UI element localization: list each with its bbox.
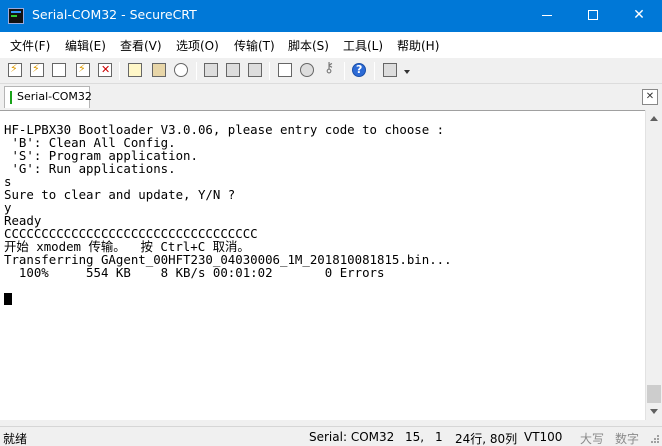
maximize-button[interactable] [570,0,616,32]
resize-grip-icon[interactable] [650,434,660,444]
scroll-up-arrow-icon[interactable] [646,110,662,127]
connect-button[interactable] [6,61,24,79]
window-title: Serial-COM32 - SecureCRT [32,7,197,22]
menu-bar: 文件(F) 编辑(E) 查看(V) 选项(O) 传输(T) 脚本(S) 工具(L… [0,32,662,58]
title-bar: Serial-COM32 - SecureCRT ✕ [0,0,662,32]
terminal-cursor [4,293,12,305]
status-size: 24行, 80列 [455,432,518,446]
close-button[interactable]: ✕ [616,0,662,32]
quick-connect-icon [30,62,44,77]
session-options-button[interactable] [276,61,294,79]
print-icon [204,63,218,77]
tab-connected-indicator [10,91,12,104]
find-icon [174,63,188,77]
quick-connect-button[interactable] [28,61,46,79]
copy-button[interactable] [126,61,144,79]
print-selection-icon [226,63,240,77]
reconnect-icon [76,62,90,77]
status-ready: 就绪 [3,432,28,446]
close-icon: ✕ [633,7,645,23]
print-selection-button[interactable] [224,61,242,79]
keymap-icon [322,60,336,77]
printer-setup-button[interactable] [246,61,264,79]
minimize-icon [542,14,552,16]
connect-icon [8,62,22,77]
status-num: 数字 [615,432,640,446]
menu-tools[interactable]: 工具(L) [343,37,383,54]
connect-tab-icon [52,63,66,77]
menu-options[interactable]: 选项(O) [176,37,219,54]
terminal-line: Sure to clear and update, Y/N ? [4,187,236,202]
menu-edit[interactable]: 编辑(E) [65,37,106,54]
toolbar-separator [344,62,345,80]
session-options-icon [278,63,292,77]
securecrt-app-icon[interactable] [8,8,24,24]
find-button[interactable] [172,61,190,79]
toolbar-separator [374,62,375,80]
menu-view[interactable]: 查看(V) [120,37,162,54]
toolbar-separator [269,62,270,80]
toolbar-separator [196,62,197,80]
minimize-button[interactable] [524,0,570,32]
connect-tab-button[interactable] [50,61,68,79]
toolbar-separator [119,62,120,80]
disconnect-icon [98,63,112,77]
terminal-line: 100% 554 KB 8 KB/s 00:01:02 0 Errors [4,265,385,280]
status-bar: 就绪 Serial: COM32 15, 1 24行, 80列 VT100 大写… [0,426,662,446]
global-options-icon [300,63,314,77]
close-tab-button[interactable] [642,89,658,105]
sftp-icon [383,63,397,77]
toolbar [0,58,662,84]
help-icon [352,63,366,77]
status-row: 15, [405,430,425,444]
print-button[interactable] [202,61,220,79]
menu-file[interactable]: 文件(F) [10,37,50,54]
paste-button[interactable] [150,61,168,79]
maximize-icon [588,10,598,20]
reconnect-button[interactable] [74,61,92,79]
vertical-scrollbar[interactable] [645,110,662,420]
copy-icon [128,63,142,77]
terminal-line: 'G': Run applications. [4,161,176,176]
sftp-button[interactable] [381,61,399,79]
scrollbar-thumb[interactable] [647,385,661,403]
printer-setup-icon [248,63,262,77]
toolbar-overflow-chevron[interactable] [403,68,411,76]
help-button[interactable] [350,61,368,79]
terminal-view[interactable]: HF-LPBX30 Bootloader V3.0.06, please ent… [0,110,645,420]
menu-help[interactable]: 帮助(H) [397,37,439,54]
menu-script[interactable]: 脚本(S) [288,37,329,54]
tab-serial-com32[interactable]: Serial-COM32 [4,86,92,108]
status-session: Serial: COM32 [309,430,395,444]
menu-transfer[interactable]: 传输(T) [234,37,275,54]
paste-icon [152,63,166,77]
scroll-down-arrow-icon[interactable] [646,403,662,420]
global-options-button[interactable] [298,61,316,79]
status-caps: 大写 [580,432,605,446]
tab-label: Serial-COM32 [17,90,92,103]
session-tab-bar: Serial-COM32 [0,84,662,110]
status-emulation: VT100 [524,430,563,444]
disconnect-button[interactable] [96,61,114,79]
keymap-button[interactable] [320,60,338,79]
status-col: 1 [435,430,443,444]
